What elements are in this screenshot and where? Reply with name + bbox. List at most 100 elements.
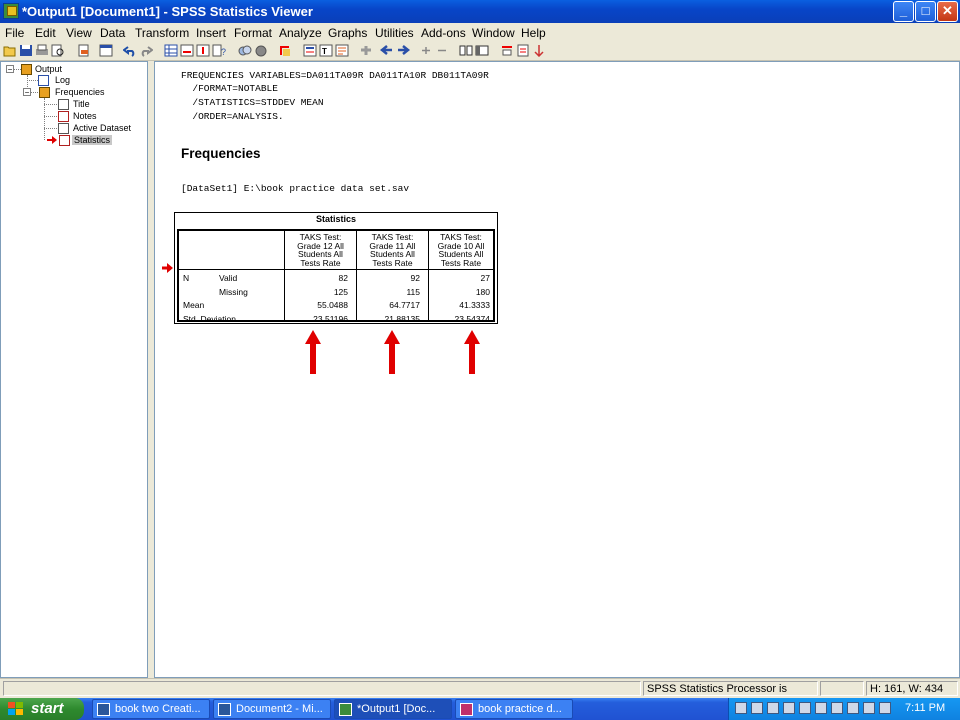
menu-file[interactable]: File [5, 26, 24, 40]
current-table-arrow-icon [162, 263, 173, 273]
create-autoscript-icon[interactable] [516, 44, 530, 57]
menu-insert[interactable]: Insert [196, 26, 226, 40]
syntax-line: /STATISTICS=STDDEV MEAN [181, 97, 324, 108]
clock[interactable]: 7:11 PM [905, 702, 945, 714]
recall-dialog-icon[interactable] [99, 44, 113, 57]
menu-transform[interactable]: Transform [135, 26, 189, 40]
print-icon[interactable] [35, 44, 49, 57]
expand-plus-icon[interactable] [419, 44, 433, 57]
dataset-icon [58, 123, 69, 134]
outline-item-output[interactable]: Output [35, 64, 62, 74]
menu-help[interactable]: Help [521, 26, 546, 40]
word-icon [218, 703, 231, 716]
toolbar: ? T [0, 42, 960, 61]
tray-help-icon[interactable] [767, 702, 779, 714]
window-title-bar[interactable]: *Output1 [Document1] - SPSS Statistics V… [0, 0, 960, 23]
show-icon[interactable] [459, 44, 473, 57]
show-all-icon[interactable] [238, 44, 252, 57]
dimensions-status: H: 161, W: 434 pt. [866, 681, 958, 709]
procedure-book-icon [39, 87, 50, 98]
tray-network-icon[interactable] [831, 702, 843, 714]
designate-window-icon[interactable] [278, 44, 292, 57]
designate-script-icon[interactable] [532, 44, 546, 57]
tray-keyboard-icon[interactable] [751, 702, 763, 714]
tray-bluetooth-icon[interactable] [815, 702, 827, 714]
minimize-button[interactable]: _ [893, 1, 914, 22]
table-cell: 92 [410, 273, 420, 283]
expand-icon[interactable] [359, 44, 373, 57]
taskbar: start book two Creati... Document2 - Mi.… [0, 698, 960, 720]
save-icon[interactable] [19, 44, 33, 57]
demote-icon[interactable] [396, 44, 410, 57]
table-icon [59, 135, 70, 146]
tray-security-icon[interactable] [847, 702, 859, 714]
redo-icon[interactable] [139, 44, 153, 57]
dataset-line: [DataSet1] E:\book practice data set.sav [181, 183, 410, 194]
spss-app-icon[interactable] [3, 3, 19, 19]
menu-format[interactable]: Format [234, 26, 272, 40]
insert-title-icon[interactable]: T [319, 44, 333, 57]
statistics-table[interactable]: Statistics TAKS Test: Grade 12 All Student… [174, 212, 498, 324]
menu-graphs[interactable]: Graphs [328, 26, 367, 40]
maximize-button[interactable]: □ [915, 1, 936, 22]
tray-app-icon[interactable] [783, 702, 795, 714]
table-cell: 125 [333, 287, 348, 297]
hide-icon[interactable] [254, 44, 268, 57]
row-sublabel: Valid [219, 273, 238, 283]
outline-item-log[interactable]: Log [55, 75, 70, 85]
tray-wifi-icon[interactable] [863, 702, 875, 714]
menu-view[interactable]: View [66, 26, 92, 40]
taskbar-button-book-two[interactable]: book two Creati... [92, 699, 210, 719]
collapse-minus-icon[interactable] [435, 44, 449, 57]
taskbar-button-book-practice[interactable]: book practice d... [455, 699, 573, 719]
table-cell: 55.0488 [317, 300, 348, 310]
tray-volume-icon[interactable] [879, 702, 891, 714]
system-tray: 7:11 PM [728, 698, 960, 720]
table-cell: 115 [406, 287, 420, 297]
output-content-pane[interactable]: FREQUENCIES VARIABLES=DA011TA09R DA011TA… [154, 61, 960, 678]
close-button[interactable]: ✕ [937, 1, 958, 22]
column-header: TAKS Test: Grade 11 All Students All Tests … [356, 231, 428, 269]
outline-item-active-dataset[interactable]: Active Dataset [73, 123, 131, 133]
outline-item-statistics[interactable]: Statistics [72, 135, 113, 145]
goto-case-icon[interactable] [180, 44, 194, 57]
taskbar-button-output1[interactable]: *Output1 [Doc... [334, 699, 452, 719]
menu-edit[interactable]: Edit [35, 26, 56, 40]
row-label: Std. Deviation [183, 314, 236, 324]
insert-text-icon[interactable] [335, 44, 349, 57]
collapse-output-toggle[interactable]: − [6, 65, 14, 74]
undo-icon[interactable] [123, 44, 137, 57]
hide-pane-icon[interactable] [475, 44, 489, 57]
print-preview-icon[interactable] [51, 44, 65, 57]
syntax-line: FREQUENCIES VARIABLES=DA011TA09R DA011TA… [181, 70, 489, 81]
export-icon[interactable] [77, 44, 91, 57]
insert-heading-icon[interactable] [303, 44, 317, 57]
collapse-frequencies-toggle[interactable]: − [23, 88, 31, 97]
menu-analyze[interactable]: Analyze [279, 26, 322, 40]
menu-data[interactable]: Data [100, 26, 125, 40]
outline-item-notes[interactable]: Notes [73, 111, 97, 121]
menu-utilities[interactable]: Utilities [375, 26, 414, 40]
tray-shield-icon[interactable] [799, 702, 811, 714]
table-cell: 23.51196 [313, 314, 348, 324]
frequencies-heading[interactable]: Frequencies [181, 146, 261, 161]
outline-item-frequencies[interactable]: Frequencies [55, 87, 105, 97]
tray-tool-icon[interactable] [735, 702, 747, 714]
goto-variable-icon[interactable] [196, 44, 210, 57]
row-label: Mean [183, 300, 205, 310]
outline-pane[interactable]: − Output Log − Frequencies Title Notes A… [0, 61, 148, 678]
select-last-output-icon[interactable] [500, 44, 514, 57]
windows-logo-icon [8, 702, 23, 715]
title-icon [58, 99, 69, 110]
promote-icon[interactable] [380, 44, 394, 57]
taskbar-button-document2[interactable]: Document2 - Mi... [213, 699, 331, 719]
outline-item-title[interactable]: Title [73, 99, 90, 109]
menu-addons[interactable]: Add-ons [421, 26, 466, 40]
menu-window[interactable]: Window [472, 26, 515, 40]
start-button[interactable]: start [0, 698, 84, 720]
variables-icon[interactable]: ? [212, 44, 226, 57]
status-bar: SPSS Statistics Processor is ready H: 16… [0, 678, 960, 709]
goto-data-icon[interactable] [164, 44, 178, 57]
open-icon[interactable] [3, 44, 17, 57]
svg-text:?: ? [221, 47, 226, 57]
